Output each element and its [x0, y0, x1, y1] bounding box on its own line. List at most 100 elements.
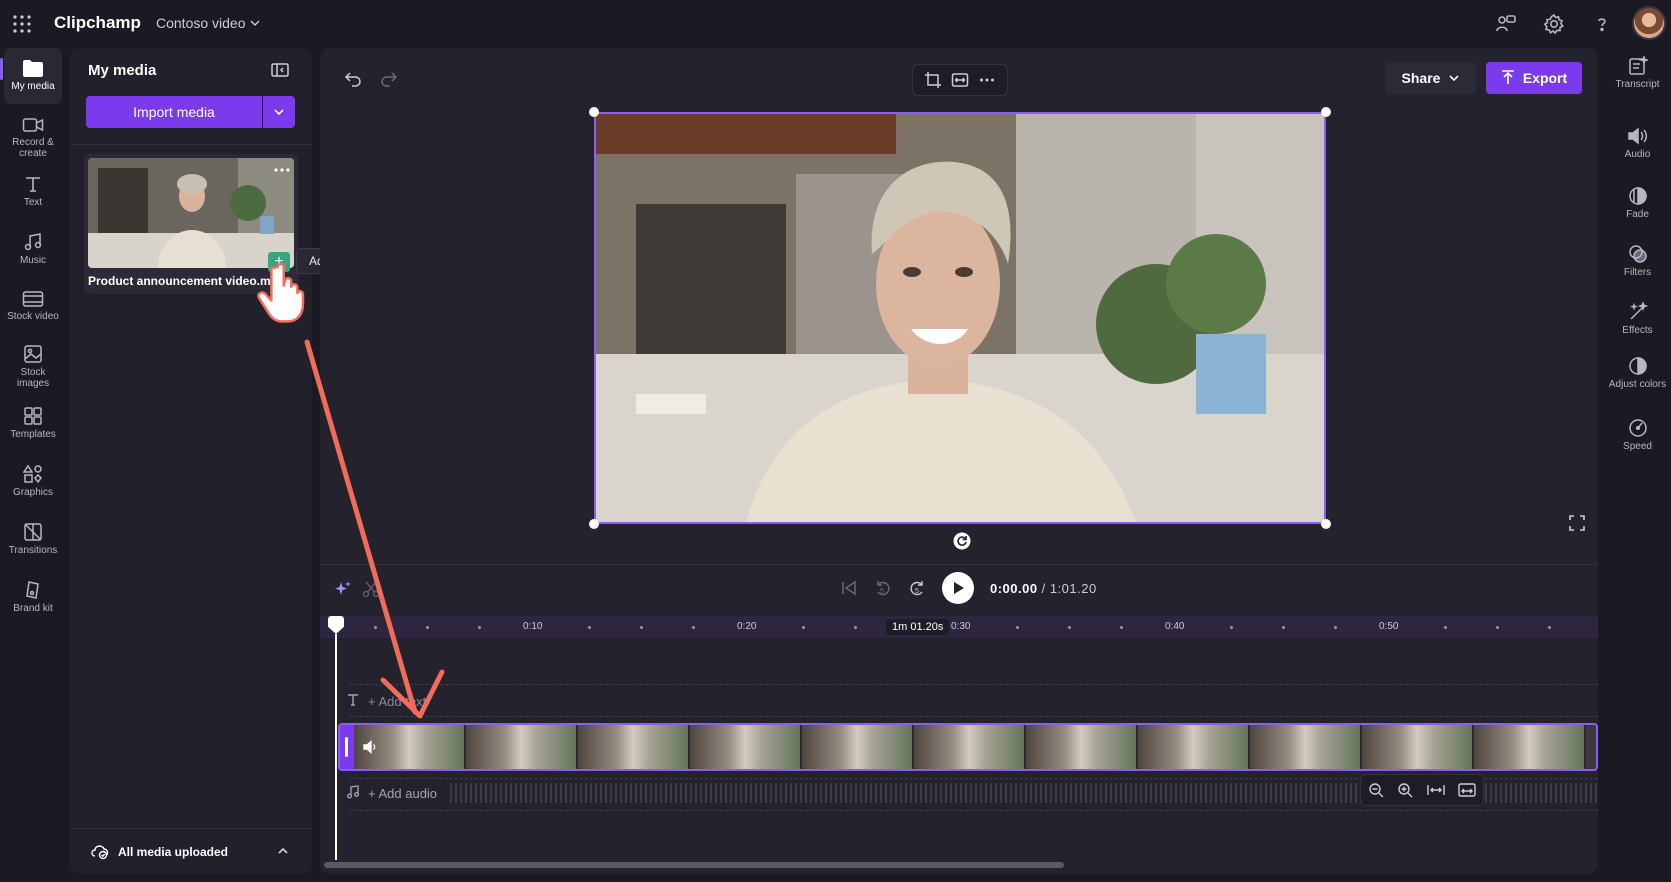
rotate-icon[interactable]	[953, 532, 971, 550]
rail-item-record-create[interactable]: Record & create	[4, 116, 62, 159]
rail-item-label: My media	[11, 81, 55, 92]
add-audio-button[interactable]: + Add audio	[368, 786, 437, 801]
crop-icon[interactable]	[924, 71, 942, 89]
transcript-icon	[1628, 56, 1648, 75]
settings-gear-icon[interactable]	[1542, 12, 1566, 36]
collapse-panel-icon[interactable]	[270, 60, 290, 80]
rail-item-speed[interactable]: Speed	[1604, 418, 1671, 452]
forward-5-button[interactable]: 5	[908, 579, 926, 597]
rail-item-label: Brand kit	[13, 603, 53, 614]
rail-item-music[interactable]: Music	[4, 232, 62, 266]
rail-item-templates[interactable]: Templates	[4, 406, 62, 440]
rail-item-label: Graphics	[12, 487, 53, 498]
rail-item-transcript[interactable]: Transcript	[1604, 56, 1671, 90]
speaker-icon[interactable]	[362, 739, 378, 755]
left-rail: My media Record & create Text Music Stoc…	[0, 48, 66, 882]
resize-handle[interactable]	[1321, 107, 1331, 117]
resize-handle[interactable]	[589, 107, 599, 117]
rail-item-graphics[interactable]: Graphics	[4, 464, 62, 498]
fit-icon[interactable]	[951, 71, 969, 89]
rail-item-label: Transitions	[8, 545, 58, 556]
media-card[interactable]: + Product announcement video.mp4	[84, 154, 298, 294]
chevron-down-icon	[250, 20, 260, 26]
fullscreen-icon[interactable]	[1568, 514, 1586, 532]
right-rail: Transcript Audio Fade Filters Effects Ad…	[1604, 48, 1671, 882]
chevron-up-icon[interactable]	[276, 844, 290, 858]
rail-item-label: Stock video	[7, 311, 59, 322]
resize-handle[interactable]	[589, 519, 599, 529]
user-avatar[interactable]	[1632, 6, 1666, 40]
rail-item-label: Fade	[1626, 209, 1649, 220]
resize-handle[interactable]	[1321, 519, 1331, 529]
feedback-icon[interactable]	[1494, 12, 1518, 36]
rail-item-my-media[interactable]: My media	[0, 48, 62, 104]
share-label: Share	[1401, 70, 1441, 86]
timeline-view-icon[interactable]	[1458, 782, 1476, 798]
skip-to-start-icon[interactable]	[840, 579, 858, 597]
project-name-label: Contoso video	[156, 15, 246, 31]
rewind-5-button[interactable]: 5	[874, 579, 892, 597]
panel-title: My media	[88, 62, 157, 79]
wand-icon	[1629, 302, 1648, 320]
timeline-scrollbar[interactable]	[324, 862, 1064, 868]
clip-frame	[802, 725, 914, 769]
rail-item-audio[interactable]: Audio	[1604, 126, 1671, 160]
zoom-out-icon[interactable]	[1368, 782, 1384, 798]
tick-dot	[1230, 626, 1233, 629]
share-button[interactable]: Share	[1386, 62, 1476, 94]
tick-dot	[374, 626, 377, 629]
clip-frame	[578, 725, 690, 769]
clip-frame	[1026, 725, 1138, 769]
rail-item-label: Transcript	[1615, 79, 1660, 90]
add-text-button[interactable]: + Add text	[368, 694, 426, 709]
tick-dot	[854, 626, 857, 629]
media-thumbnail[interactable]	[88, 158, 294, 268]
rail-item-effects[interactable]: Effects	[1604, 302, 1671, 336]
rail-item-transitions[interactable]: Transitions	[4, 522, 62, 556]
sparkle-icon[interactable]	[334, 580, 352, 598]
time-display: 0:00.00 / 1:01.20	[990, 581, 1097, 596]
video-preview[interactable]	[594, 112, 1326, 524]
forward-5-label: 5	[915, 588, 919, 595]
fit-timeline-icon[interactable]	[1427, 782, 1445, 798]
clip-trim-handle[interactable]	[340, 725, 354, 769]
video-clip[interactable]	[338, 723, 1598, 771]
import-media-button[interactable]: Import media	[86, 96, 262, 128]
rail-item-text[interactable]: Text	[4, 174, 62, 208]
divider	[70, 828, 312, 829]
redo-icon[interactable]	[380, 70, 398, 88]
add-to-timeline-button[interactable]: +	[268, 252, 290, 272]
scissors-icon[interactable]	[362, 580, 380, 598]
media-panel: My media Import media + Product announce…	[70, 48, 312, 874]
gauge-icon	[1628, 419, 1647, 437]
more-options-icon[interactable]	[272, 164, 292, 176]
project-name-dropdown[interactable]: Contoso video	[156, 15, 260, 31]
track-divider	[350, 810, 1598, 811]
more-options-icon[interactable]	[978, 71, 996, 89]
tick-dot	[802, 626, 805, 629]
rail-item-label: Speed	[1623, 441, 1652, 452]
film-icon	[22, 291, 44, 307]
divider	[320, 564, 1598, 565]
zoom-in-icon[interactable]	[1397, 782, 1413, 798]
play-button[interactable]	[942, 572, 974, 604]
undo-icon[interactable]	[344, 70, 362, 88]
zoom-controls	[1360, 774, 1484, 806]
tick-dot	[588, 626, 591, 629]
duration-badge: 1m 01.20s	[886, 619, 950, 635]
export-button[interactable]: Export	[1486, 62, 1582, 94]
timeline-ruler[interactable]: 0:10 0:20 0:30 0:40 0:50 1m 01.20s	[320, 616, 1598, 638]
rail-item-adjust-colors[interactable]: Adjust colors	[1604, 356, 1671, 390]
rail-item-fade[interactable]: Fade	[1604, 186, 1671, 220]
rail-item-stock-video[interactable]: Stock video	[4, 290, 62, 322]
rail-item-brand-kit[interactable]: Brand kit	[4, 580, 62, 614]
fade-icon	[1628, 187, 1647, 205]
upload-status: All media uploaded	[118, 845, 229, 859]
import-options-dropdown[interactable]	[263, 96, 295, 128]
help-icon[interactable]	[1590, 12, 1614, 36]
clip-frame	[1362, 725, 1474, 769]
rail-item-label: Effects	[1622, 325, 1653, 336]
rail-item-stock-images[interactable]: Stock images	[4, 344, 62, 389]
rail-item-filters[interactable]: Filters	[1604, 244, 1671, 278]
app-launcher-icon[interactable]	[12, 14, 32, 34]
